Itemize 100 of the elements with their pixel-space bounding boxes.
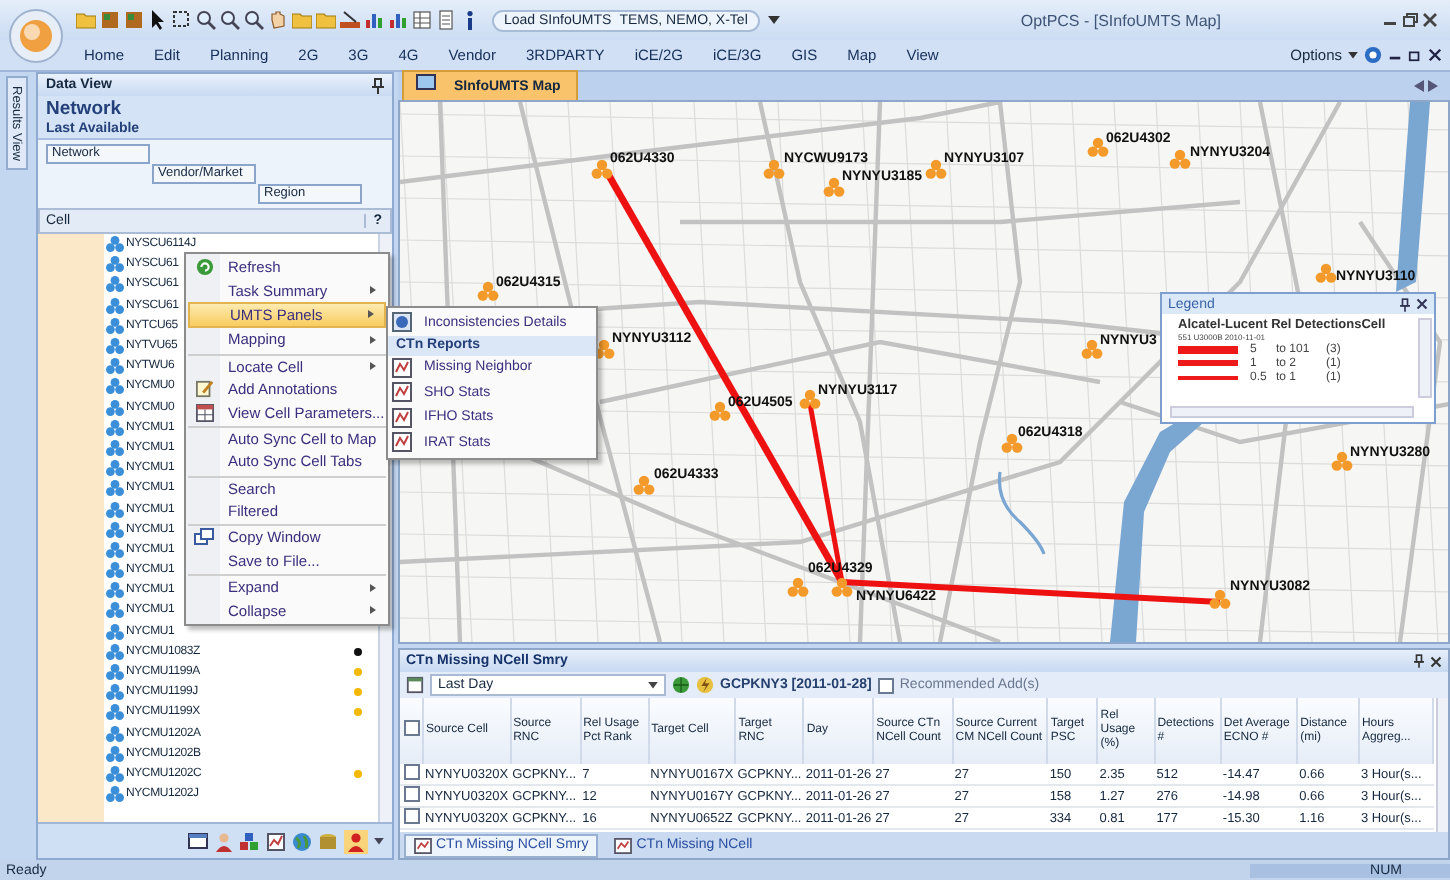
cell-site-icon — [106, 602, 124, 619]
line-swatch — [1178, 345, 1238, 353]
grid-icon[interactable] — [412, 10, 432, 30]
cell-site-icon — [106, 236, 124, 253]
cell-site-icon — [106, 684, 124, 701]
cell-site-icon — [106, 317, 124, 334]
cell-site-icon[interactable] — [1331, 451, 1353, 471]
zoom-icon[interactable] — [196, 10, 216, 30]
cell-site-icon — [106, 704, 124, 721]
submenu-arrow-icon — [370, 362, 376, 371]
cell-site-icon[interactable] — [477, 281, 499, 301]
info-icon — [392, 312, 412, 333]
cell-site-icon — [106, 338, 124, 355]
cell-site-icon — [106, 276, 124, 293]
zoom-icon[interactable] — [220, 10, 240, 30]
report-icon — [414, 837, 432, 853]
cell-site-icon — [106, 765, 124, 782]
cell-site-icon — [106, 521, 124, 538]
pointer-icon[interactable] — [148, 10, 168, 30]
restore-icon[interactable] — [1402, 12, 1418, 28]
submenu-arrow-icon — [370, 583, 376, 592]
checkbox[interactable] — [403, 808, 420, 824]
hand-icon[interactable] — [268, 10, 288, 30]
cell-site-icon[interactable] — [1315, 263, 1337, 283]
scroll-right-icon[interactable] — [1428, 80, 1438, 92]
cell-site-icon — [106, 460, 124, 477]
cell-site-icon — [106, 643, 124, 660]
select-icon[interactable] — [172, 10, 192, 30]
report-icon — [614, 837, 633, 853]
close-icon[interactable] — [1416, 298, 1428, 310]
cell-site-icon — [106, 786, 124, 803]
cell-site-icon — [106, 501, 124, 518]
person-tool-button[interactable] — [344, 829, 368, 853]
pencil-icon — [195, 380, 213, 399]
cell-site-icon — [106, 725, 124, 742]
cell-site-icon — [106, 439, 124, 456]
report-icon — [392, 432, 412, 453]
checkbox[interactable] — [403, 786, 420, 802]
submenu-arrow-icon — [368, 310, 374, 319]
window-icon[interactable] — [188, 832, 208, 850]
checkbox[interactable] — [403, 720, 419, 737]
caret-icon — [648, 681, 658, 689]
caret-icon[interactable] — [1348, 51, 1358, 59]
window-title: OptPCS - [SInfoUMTS Map] — [1018, 11, 1223, 29]
scroll-left-icon[interactable] — [1414, 80, 1424, 92]
cell-site-icon[interactable] — [709, 401, 731, 421]
refresh-icon — [195, 258, 213, 277]
cell-site-icon[interactable] — [831, 577, 853, 597]
cell-site-icon[interactable] — [787, 577, 809, 597]
scrollbar[interactable] — [1418, 318, 1432, 398]
line-swatch — [1178, 375, 1238, 379]
cell-site-icon[interactable] — [1001, 433, 1023, 453]
table-icon — [195, 403, 213, 422]
folder-icon[interactable] — [76, 10, 96, 30]
report-icon — [392, 357, 412, 378]
cube-icon[interactable] — [100, 10, 120, 30]
ruler-icon[interactable] — [340, 10, 360, 30]
pin-icon[interactable] — [372, 77, 384, 93]
caret-icon[interactable] — [767, 15, 780, 25]
zoom-icon[interactable] — [244, 10, 264, 30]
person-icon[interactable] — [214, 831, 234, 851]
checkbox[interactable] — [403, 764, 420, 780]
section-title: Network — [46, 98, 123, 120]
checkbox[interactable] — [877, 677, 894, 693]
scrollbar[interactable] — [1436, 698, 1448, 832]
cell-site-icon — [106, 297, 124, 314]
close-icon[interactable] — [1428, 48, 1442, 62]
cell-site-icon — [106, 623, 124, 640]
submenu-arrow-icon — [370, 335, 376, 344]
pin-icon[interactable] — [1400, 297, 1410, 311]
cell-site-icon[interactable] — [591, 159, 613, 179]
cell-site-icon — [106, 378, 124, 395]
cell-site-icon[interactable] — [1169, 149, 1191, 169]
close-icon[interactable] — [1430, 655, 1442, 667]
cell-site-icon — [106, 399, 124, 416]
cell-site-icon — [106, 358, 124, 375]
cell-site-icon[interactable] — [1087, 137, 1109, 157]
scrollbar[interactable] — [1170, 406, 1414, 418]
windows-icon — [194, 528, 214, 547]
globe-icon[interactable] — [672, 676, 690, 694]
cell-site-icon[interactable] — [763, 159, 785, 179]
restore-icon[interactable] — [1408, 48, 1422, 62]
cell-site-icon[interactable] — [1209, 589, 1231, 609]
cell-site-icon[interactable] — [1081, 339, 1103, 359]
report-icon[interactable] — [266, 831, 286, 851]
report-icon — [392, 407, 412, 428]
pin-icon[interactable] — [1414, 654, 1424, 668]
help-icon[interactable] — [1364, 46, 1382, 64]
lightning-icon[interactable] — [696, 676, 714, 694]
cell-site-icon — [106, 480, 124, 497]
cell-site-icon[interactable] — [799, 389, 821, 409]
cell-site-icon[interactable] — [925, 159, 947, 179]
cell-site-icon — [106, 745, 124, 762]
close-icon[interactable] — [1422, 12, 1438, 28]
cell-site-icon[interactable] — [823, 177, 845, 197]
database-icon[interactable] — [318, 831, 338, 851]
caret-icon[interactable] — [374, 837, 384, 845]
cell-site-icon[interactable] — [633, 475, 655, 495]
shapes-icon[interactable] — [240, 831, 260, 851]
cube-icon[interactable] — [124, 10, 144, 30]
